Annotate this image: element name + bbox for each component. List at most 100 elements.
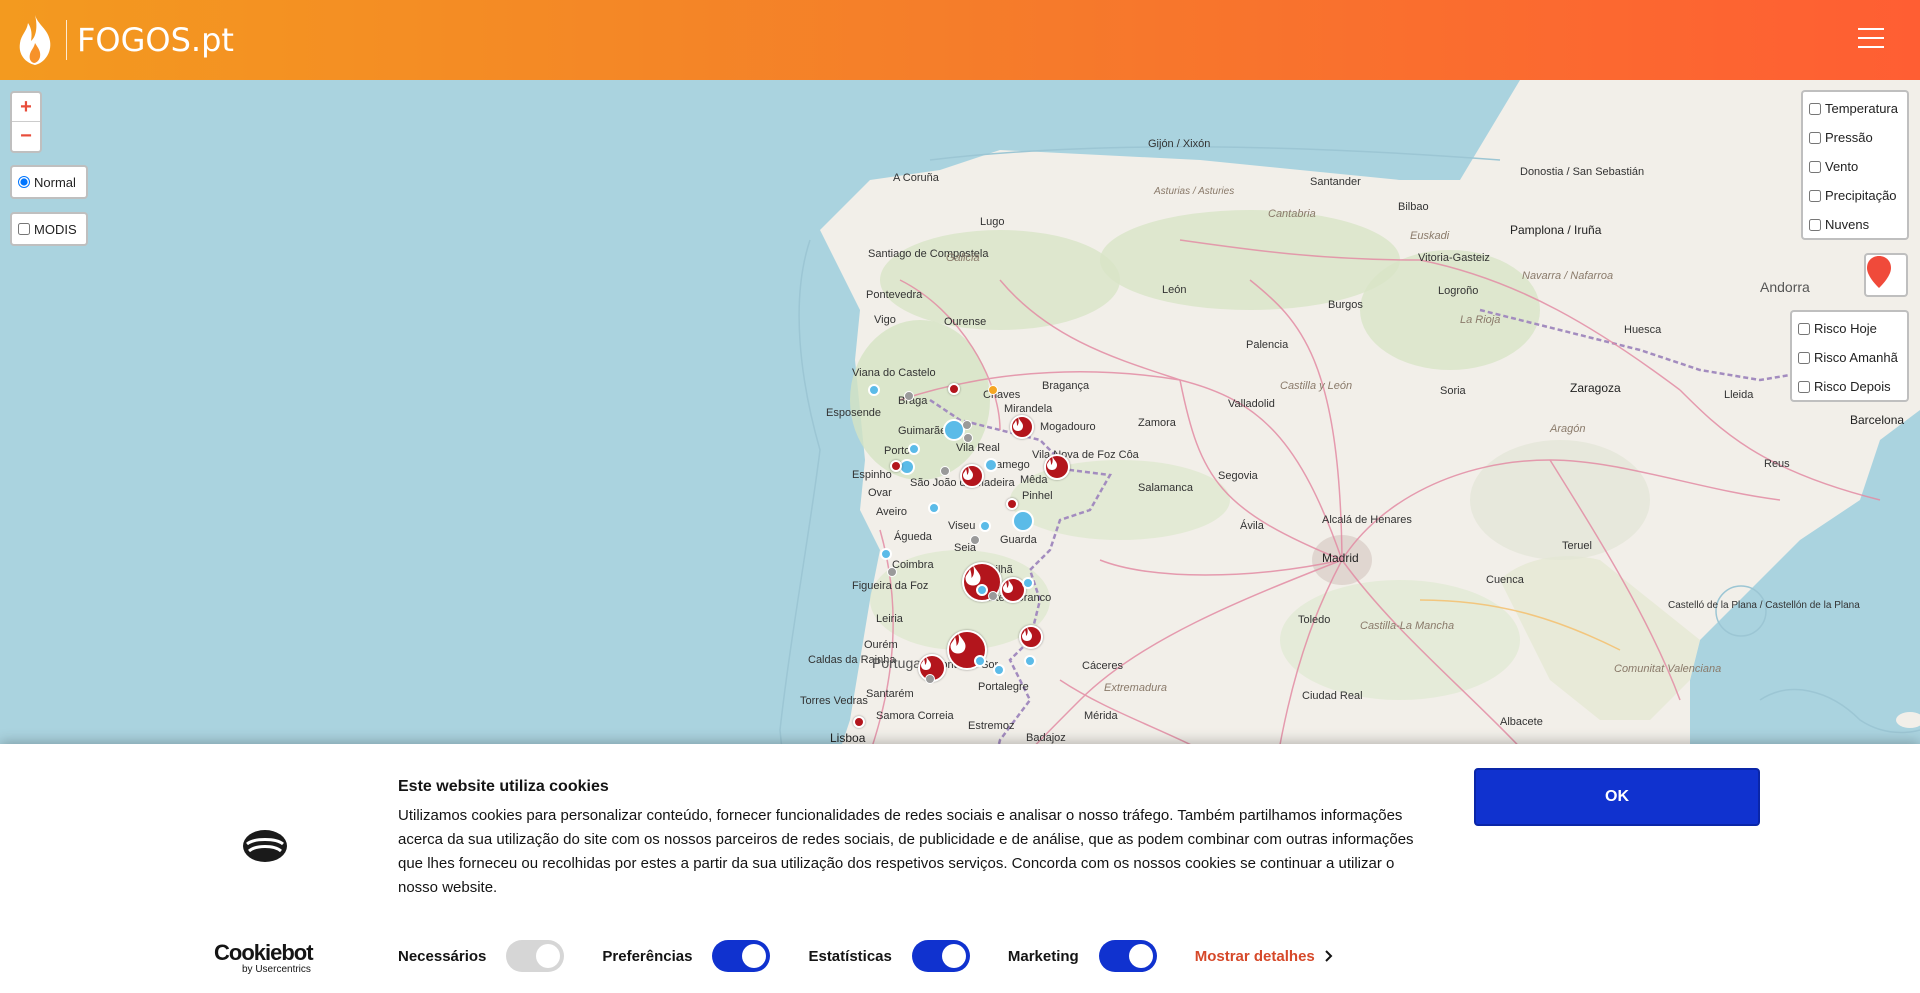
resolved-fire-marker[interactable] <box>974 655 986 667</box>
flame-icon <box>921 656 931 670</box>
point-marker[interactable] <box>887 567 897 577</box>
logo-separator <box>66 20 67 60</box>
clouds-checkbox[interactable] <box>1809 218 1821 231</box>
resolved-fire-marker[interactable] <box>1022 577 1034 589</box>
place-label: Portalegre <box>978 681 1029 693</box>
place-label: Águeda <box>894 531 932 543</box>
weather-layer-option[interactable]: Pressão <box>1803 123 1907 152</box>
point-marker[interactable] <box>853 716 865 728</box>
marketing-switch[interactable] <box>1098 940 1157 972</box>
resolved-fire-marker[interactable] <box>979 520 991 532</box>
show-details-link[interactable]: Mostrar detalhes <box>1195 948 1333 965</box>
point-marker[interactable] <box>1006 498 1018 510</box>
weather-layer-option[interactable]: Vento <box>1803 152 1907 181</box>
flame-icon <box>965 564 981 586</box>
point-marker[interactable] <box>904 391 914 401</box>
cookiebot-brand-sub: by Usercentrics <box>242 964 311 975</box>
temperature-checkbox[interactable] <box>1809 102 1821 115</box>
point-marker[interactable] <box>940 466 950 476</box>
place-label: Leiria <box>876 613 903 625</box>
fire-marker[interactable] <box>1044 454 1070 480</box>
country-label: Andorra <box>1760 279 1810 295</box>
country-label: Portugal <box>872 655 925 671</box>
weather-layer-option[interactable]: Temperatura <box>1803 94 1907 123</box>
risk-layer-option[interactable]: Risco Amanhã <box>1792 343 1907 372</box>
toggle-statistics: Estatísticas <box>808 940 970 972</box>
place-label: Zaragoza <box>1570 381 1621 395</box>
menu-hamburger-icon[interactable] <box>1858 28 1884 50</box>
base-layer-option[interactable]: Normal <box>12 167 86 197</box>
point-marker[interactable] <box>963 433 973 443</box>
place-label: Segovia <box>1218 470 1258 482</box>
cookiebot-brand: Cookiebot by Usercentrics <box>214 940 314 975</box>
place-label: Vila Real <box>956 442 1000 454</box>
base-layer-option[interactable]: MODIS <box>12 214 86 244</box>
normal-radio[interactable] <box>18 176 30 188</box>
fire-marker[interactable] <box>1019 625 1043 649</box>
place-label: Valladolid <box>1228 398 1275 410</box>
region-label: Aragón <box>1550 423 1586 435</box>
place-label: Vigo <box>874 314 896 326</box>
show-details-label: Mostrar detalhes <box>1194 947 1315 965</box>
flame-icon <box>19 15 51 65</box>
resolved-fire-marker[interactable] <box>993 664 1005 676</box>
point-marker[interactable] <box>988 591 998 601</box>
place-label: Logroño <box>1438 285 1479 297</box>
risk-tomorrow-checkbox[interactable] <box>1798 351 1810 364</box>
resolved-fire-marker[interactable] <box>868 384 880 396</box>
place-label: Ávila <box>1240 520 1264 532</box>
pressure-checkbox[interactable] <box>1809 131 1821 144</box>
place-label: Reus <box>1764 458 1790 470</box>
place-label: Toledo <box>1298 614 1331 626</box>
fire-marker[interactable] <box>1010 415 1034 439</box>
precipitation-checkbox[interactable] <box>1809 189 1821 202</box>
resolved-fire-marker[interactable] <box>1024 655 1036 667</box>
statistics-switch[interactable] <box>911 940 970 972</box>
flame-icon <box>1003 579 1013 593</box>
cookie-banner: Este website utiliza cookies Utilizamos … <box>0 744 1920 993</box>
zoom-out-button[interactable]: − <box>12 122 40 151</box>
risk-after-checkbox[interactable] <box>1798 380 1810 393</box>
modis-checkbox[interactable] <box>18 223 30 235</box>
place-label: Ourense <box>944 316 987 328</box>
place-label: Salamanca <box>1138 482 1194 494</box>
fire-marker[interactable] <box>960 464 984 488</box>
point-marker[interactable] <box>948 383 960 395</box>
resolved-fire-marker[interactable] <box>928 502 940 514</box>
zoom-in-button[interactable]: + <box>12 93 40 122</box>
point-marker[interactable] <box>890 460 902 472</box>
region-label: Comunitat Valenciana <box>1614 663 1722 675</box>
base-layer-label: MODIS <box>34 221 77 237</box>
cookiebot-logo-icon <box>243 830 287 862</box>
resolved-fire-marker[interactable] <box>880 548 892 560</box>
resolved-fire-marker[interactable] <box>976 584 988 596</box>
cookie-ok-button[interactable]: OK <box>1474 768 1760 826</box>
risk-today-checkbox[interactable] <box>1798 322 1810 335</box>
place-label: Bragança <box>1042 380 1090 392</box>
toggle-marketing: Marketing <box>1008 940 1157 972</box>
chevron-right-icon <box>1325 950 1333 962</box>
weather-layer-option[interactable]: Precipitação <box>1803 181 1907 210</box>
weather-layer-option[interactable]: Nuvens <box>1803 210 1907 239</box>
locate-button[interactable] <box>1864 253 1908 297</box>
point-marker[interactable] <box>988 385 998 395</box>
risk-layer-option[interactable]: Risco Depois <box>1792 372 1907 401</box>
map-pin-icon <box>1867 256 1891 288</box>
resolved-fire-marker[interactable] <box>908 443 920 455</box>
risk-layer-option[interactable]: Risco Hoje <box>1792 314 1907 343</box>
place-label: Burgos <box>1328 299 1363 311</box>
preferences-switch[interactable] <box>712 940 771 972</box>
resolved-fire-marker[interactable] <box>1012 510 1034 532</box>
point-marker[interactable] <box>970 535 980 545</box>
resolved-fire-marker[interactable] <box>984 458 998 472</box>
point-marker[interactable] <box>925 674 935 684</box>
base-layer-label: Normal <box>34 174 76 190</box>
place-label: Torres Vedras <box>800 695 868 707</box>
fogos-logo[interactable]: FOGOS.pt <box>14 8 234 72</box>
weather-layer-label: Temperatura <box>1825 101 1898 116</box>
point-marker[interactable] <box>962 420 972 430</box>
region-label: Cantabria <box>1268 208 1316 220</box>
wind-checkbox[interactable] <box>1809 160 1821 173</box>
region-label: Asturias / Asturies <box>1154 186 1235 197</box>
place-label: Esposende <box>826 407 882 419</box>
